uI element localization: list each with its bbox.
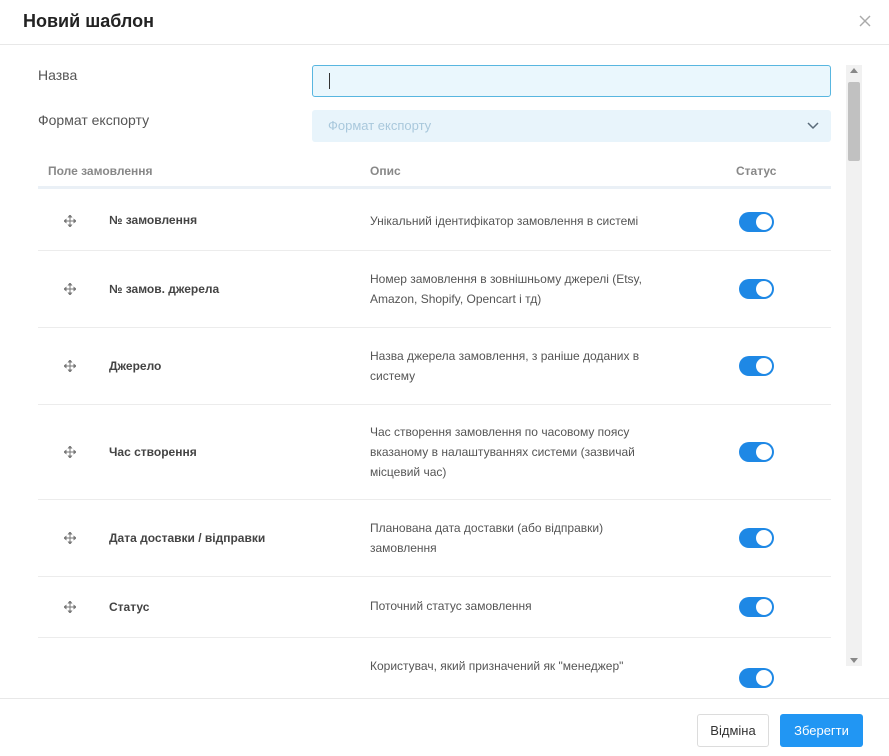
field-name: Статус (109, 600, 150, 614)
text-caret (329, 73, 330, 89)
close-icon[interactable] (855, 11, 875, 31)
scroll-down-arrow-icon[interactable] (850, 658, 858, 663)
field-name: Джерело (109, 359, 162, 373)
table-row: Статус Поточний статус замовлення (38, 577, 831, 638)
name-input[interactable] (312, 65, 831, 97)
status-toggle[interactable] (739, 668, 774, 688)
field-name: Дата доставки / відправки (109, 531, 266, 545)
table-row: Час створення Час створення замовлення п… (38, 405, 831, 500)
drag-handle-icon[interactable] (64, 446, 76, 458)
field-name: № замовлення (109, 213, 198, 227)
field-description: Планована дата доставки (або відправки) … (370, 521, 604, 555)
chevron-down-icon (807, 122, 819, 130)
toggle-knob (756, 530, 772, 546)
scroll-up-arrow-icon[interactable] (850, 68, 858, 73)
drag-handle-icon[interactable] (64, 215, 76, 227)
dialog-title: Новий шаблон (23, 11, 154, 31)
field-description: Унікальний ідентифікатор замовлення в си… (370, 214, 639, 228)
status-toggle[interactable] (739, 356, 774, 376)
field-name: № замов. джерела (109, 282, 220, 296)
status-toggle[interactable] (739, 279, 774, 299)
column-header-description: Опис (370, 164, 401, 178)
column-header-field: Поле замовлення (48, 164, 153, 178)
scrollbar[interactable] (846, 65, 862, 666)
table-row: Користувач, який призначений як "менедже… (38, 638, 831, 698)
export-format-select[interactable]: Формат експорту (312, 110, 831, 142)
field-description: Поточний статус замовлення (370, 599, 532, 613)
field-description: Назва джерела замовлення, з раніше додан… (370, 349, 640, 383)
save-button[interactable]: Зберегти (780, 714, 863, 747)
dialog-header: Новий шаблон (0, 0, 889, 45)
drag-handle-icon[interactable] (64, 283, 76, 295)
status-toggle[interactable] (739, 528, 774, 548)
table-row: Дата доставки / відправки Планована дата… (38, 500, 831, 577)
status-toggle[interactable] (739, 212, 774, 232)
field-description: Час створення замовлення по часовому поя… (370, 425, 635, 479)
dialog-footer: Відміна Зберегти (0, 698, 889, 756)
table-row: № замовлення Унікальний ідентифікатор за… (38, 189, 831, 251)
fields-table: № замовлення Унікальний ідентифікатор за… (38, 189, 831, 698)
field-description: Користувач, який призначений як "менедже… (370, 659, 624, 673)
status-toggle[interactable] (739, 442, 774, 462)
drag-handle-icon[interactable] (64, 360, 76, 372)
status-toggle[interactable] (739, 597, 774, 617)
field-description: Номер замовлення в зовнішньому джерелі (… (370, 272, 642, 306)
toggle-knob (756, 358, 772, 374)
toggle-knob (756, 670, 772, 686)
dialog-body: Назва Формат експорту Формат експорту По… (0, 45, 889, 698)
toggle-knob (756, 281, 772, 297)
toggle-knob (756, 599, 772, 615)
name-label: Назва (38, 67, 78, 83)
format-label: Формат експорту (38, 112, 150, 128)
scrollbar-thumb[interactable] (848, 82, 860, 161)
table-row: Джерело Назва джерела замовлення, з рані… (38, 328, 831, 405)
drag-handle-icon[interactable] (64, 601, 76, 613)
toggle-knob (756, 214, 772, 230)
drag-handle-icon[interactable] (64, 532, 76, 544)
field-name: Час створення (109, 445, 197, 459)
column-header-status: Статус (736, 164, 777, 178)
toggle-knob (756, 444, 772, 460)
export-format-placeholder: Формат експорту (328, 118, 432, 133)
cancel-button[interactable]: Відміна (697, 714, 769, 747)
table-row: № замов. джерела Номер замовлення в зовн… (38, 251, 831, 328)
